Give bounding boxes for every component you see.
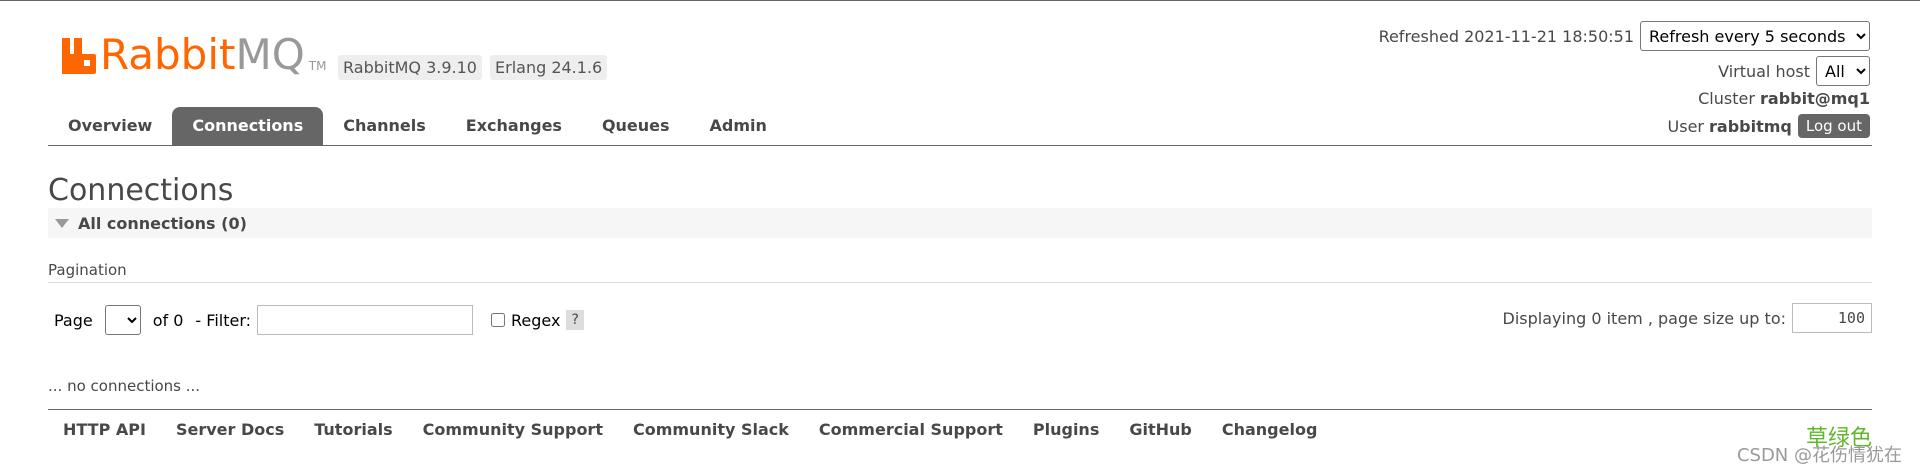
tab-channels[interactable]: Channels [323, 107, 446, 145]
footer-link-changelog[interactable]: Changelog [1207, 420, 1333, 439]
vhost-select[interactable]: All [1816, 56, 1870, 86]
erlang-version-badge: Erlang 24.1.6 [490, 55, 608, 80]
logo-mq-text: MQ [235, 30, 305, 79]
tab-queues[interactable]: Queues [582, 107, 690, 145]
vhost-row: Virtual host All [1718, 56, 1870, 86]
page-size-input[interactable] [1792, 303, 1872, 333]
footer-link-plugins[interactable]: Plugins [1018, 420, 1114, 439]
footer-link-tutorials[interactable]: Tutorials [299, 420, 407, 439]
rabbit-logo-icon [62, 38, 96, 74]
filter-label: - Filter: [195, 310, 252, 330]
cluster-label: Cluster [1698, 89, 1755, 108]
regex-label: Regex [511, 310, 561, 330]
footer-links: HTTP API Server Docs Tutorials Community… [48, 420, 1332, 439]
footer-link-community-support[interactable]: Community Support [408, 420, 618, 439]
refresh-interval-select[interactable]: Refresh every 5 seconds [1640, 21, 1870, 51]
display-summary: Displaying 0 item , page size up to: [1503, 303, 1872, 333]
user-label: User [1667, 116, 1704, 136]
footer-link-server-docs[interactable]: Server Docs [161, 420, 299, 439]
watermark-csdn-text: CSDN @花伤情犹在 [1736, 445, 1902, 466]
rabbitmq-version-badge: RabbitMQ 3.9.10 [338, 55, 482, 80]
pagination-heading: Pagination [48, 261, 127, 279]
vhost-label: Virtual host [1718, 61, 1810, 81]
page-of-label: of 0 [152, 310, 184, 330]
user-row: User rabbitmq Log out [1668, 114, 1870, 138]
tab-overview[interactable]: Overview [48, 107, 172, 145]
logo-rabbit-text: Rabbit [100, 30, 236, 79]
cluster-name: rabbit@mq1 [1760, 89, 1870, 108]
tab-admin[interactable]: Admin [690, 107, 787, 145]
pagination-divider [48, 282, 1872, 283]
refreshed-timestamp: Refreshed 2021-11-21 18:50:51 [1378, 26, 1634, 46]
collapse-triangle-icon [55, 218, 69, 228]
logo-tm: TM [308, 59, 327, 73]
empty-message: ... no connections ... [48, 377, 201, 395]
page-title: Connections [48, 173, 234, 208]
regex-checkbox[interactable] [491, 313, 506, 327]
logout-button[interactable]: Log out [1797, 114, 1870, 138]
footer-divider [48, 409, 1872, 410]
footer-link-github[interactable]: GitHub [1114, 420, 1207, 439]
main-nav: Overview Connections Channels Exchanges … [48, 107, 787, 145]
page-label: Page [54, 310, 93, 330]
footer-link-community-slack[interactable]: Community Slack [618, 420, 804, 439]
pagination-controls: Page of 0 - Filter: Regex ? [54, 305, 584, 335]
section-title: All connections (0) [78, 213, 247, 233]
cluster-row: Cluster rabbit@mq1 [1698, 89, 1870, 108]
footer-link-http-api[interactable]: HTTP API [48, 420, 161, 439]
nav-divider [48, 145, 1872, 146]
rabbitmq-logo[interactable]: Rabbit MQ TM [62, 33, 326, 77]
user-name: rabbitmq [1709, 116, 1792, 136]
tab-connections[interactable]: Connections [172, 107, 324, 145]
displaying-label: Displaying 0 item , page size up to: [1502, 308, 1786, 328]
tab-exchanges[interactable]: Exchanges [446, 107, 582, 145]
filter-input[interactable] [257, 305, 474, 335]
regex-help-button[interactable]: ? [566, 310, 584, 330]
page-select[interactable] [104, 305, 141, 335]
refresh-row: Refreshed 2021-11-21 18:50:51 Refresh ev… [1379, 21, 1870, 51]
all-connections-section-toggle[interactable]: All connections (0) [48, 208, 1872, 238]
footer-link-commercial-support[interactable]: Commercial Support [804, 420, 1018, 439]
